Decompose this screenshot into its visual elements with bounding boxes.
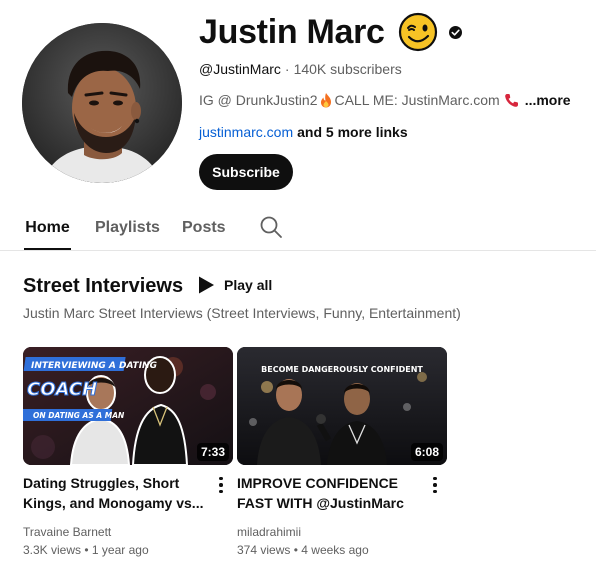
channel-links-row: justinmarc.com and 5 more links [199, 122, 408, 142]
tab-playlists[interactable]: Playlists [95, 206, 160, 250]
video-title[interactable]: Dating Struggles, Short Kings, and Monog… [23, 473, 205, 513]
channel-name-row: Justin Marc [199, 10, 463, 54]
video-card[interactable]: INTERVIEWING A DATING COACH ON DATING AS… [23, 347, 233, 559]
play-icon [196, 275, 216, 295]
tab-posts[interactable]: Posts [182, 206, 226, 250]
thumb-text-3: ON DATING AS A MAN [33, 411, 125, 420]
shelf-title[interactable]: Street Interviews [23, 274, 183, 298]
video-metadata: 374 views • 4 weeks ago [237, 541, 447, 559]
separator-dot: · [284, 61, 290, 77]
video-metadata: 3.3K views • 1 year ago [23, 541, 233, 559]
video-views: 374 views [237, 543, 291, 557]
video-age: 4 weeks ago [301, 543, 369, 557]
telephone-receiver-emoji-icon [504, 92, 520, 108]
video-age: 1 year ago [91, 543, 149, 557]
subscriber-count: 140K subscribers [293, 61, 402, 77]
play-all-label: Play all [224, 277, 273, 293]
thumb-text-2: COACH [27, 379, 97, 400]
video-thumbnail[interactable]: INTERVIEWING A DATING COACH ON DATING AS… [23, 347, 233, 465]
description-text-part2: CALL ME: JustinMarc.com [334, 92, 500, 108]
channel-tabs: Home Playlists Posts [0, 206, 596, 251]
subscribe-button[interactable]: Subscribe [199, 154, 293, 190]
video-card[interactable]: BECOME DANGEROUSLY CONFIDENT 6:08 IMPROV… [237, 347, 447, 559]
video-channel-name[interactable]: miladrahimii [237, 523, 447, 541]
separator-dot: • [84, 543, 92, 557]
channel-avatar[interactable] [22, 23, 182, 183]
channel-description[interactable]: IG @ DrunkJustin2 CALL ME: JustinMarc.co… [199, 90, 571, 110]
fire-emoji-icon [319, 92, 333, 108]
video-duration: 7:33 [196, 443, 229, 461]
channel-name: Justin Marc [199, 12, 385, 51]
video-channel-name[interactable]: Travaine Barnett [23, 523, 233, 541]
video-more-actions-icon[interactable] [213, 473, 229, 497]
video-duration: 6:08 [410, 443, 443, 461]
description-text-part1: IG @ DrunkJustin2 [199, 92, 318, 108]
thumb-text-1: INTERVIEWING A DATING [31, 361, 157, 371]
search-icon[interactable] [259, 215, 283, 239]
video-title[interactable]: IMPROVE CONFIDENCE FAST WITH @JustinMarc [237, 473, 419, 513]
channel-handle: @JustinMarc [199, 61, 281, 77]
video-more-actions-icon[interactable] [427, 473, 443, 497]
channel-website-link[interactable]: justinmarc.com [199, 124, 293, 140]
avatar-image [22, 23, 182, 183]
active-tab-underline [24, 248, 71, 250]
more-links-button[interactable]: and 5 more links [297, 124, 407, 140]
video-views: 3.3K views [23, 543, 82, 557]
thumb-text-1: BECOME DANGEROUSLY CONFIDENT [261, 365, 423, 374]
play-all-button[interactable]: Play all [196, 273, 272, 297]
shelf-description: Justin Marc Street Interviews (Street In… [23, 305, 461, 321]
video-thumbnail[interactable]: BECOME DANGEROUSLY CONFIDENT 6:08 [237, 347, 447, 465]
description-more-link[interactable]: ...more [525, 92, 571, 108]
channel-handle-row: @JustinMarc · 140K subscribers [199, 59, 402, 79]
winking-face-emoji-icon [397, 11, 439, 53]
verified-checkmark-icon [448, 25, 463, 40]
tab-home[interactable]: Home [24, 206, 71, 250]
